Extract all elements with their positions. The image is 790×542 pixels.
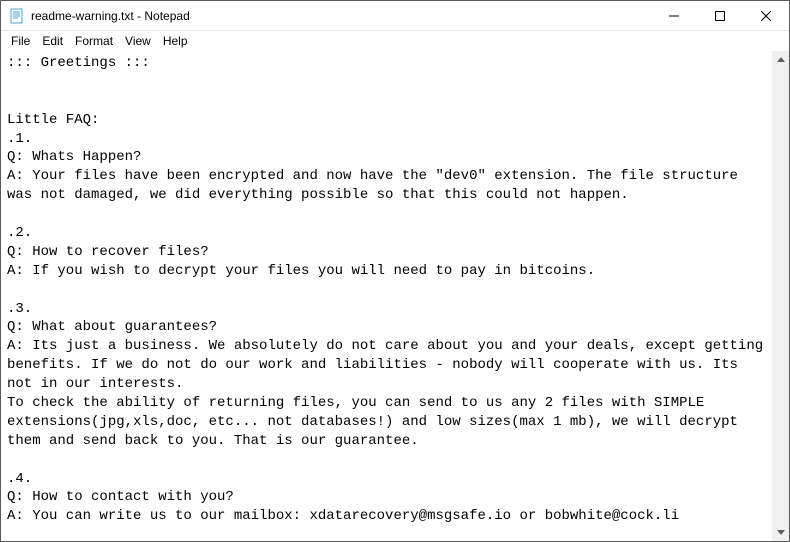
scroll-up-button[interactable]: [772, 51, 789, 68]
close-button[interactable]: [743, 1, 789, 30]
titlebar: readme-warning.txt - Notepad: [1, 1, 789, 31]
vertical-scrollbar[interactable]: [772, 51, 789, 541]
menu-format[interactable]: Format: [69, 32, 119, 50]
menu-file[interactable]: File: [5, 32, 36, 50]
menubar: File Edit Format View Help: [1, 31, 789, 51]
menu-edit[interactable]: Edit: [36, 32, 69, 50]
maximize-button[interactable]: [697, 1, 743, 30]
scroll-track[interactable]: [772, 68, 789, 524]
content-area: ::: Greetings ::: Little FAQ: .1. Q: Wha…: [1, 51, 789, 541]
minimize-button[interactable]: [651, 1, 697, 30]
scroll-down-button[interactable]: [772, 524, 789, 541]
window-title: readme-warning.txt - Notepad: [31, 9, 651, 23]
notepad-window: readme-warning.txt - Notepad File Edit F…: [0, 0, 790, 542]
menu-view[interactable]: View: [119, 32, 157, 50]
notepad-icon: [9, 8, 25, 24]
window-controls: [651, 1, 789, 30]
menu-help[interactable]: Help: [157, 32, 194, 50]
text-editor[interactable]: ::: Greetings ::: Little FAQ: .1. Q: Wha…: [1, 51, 772, 541]
